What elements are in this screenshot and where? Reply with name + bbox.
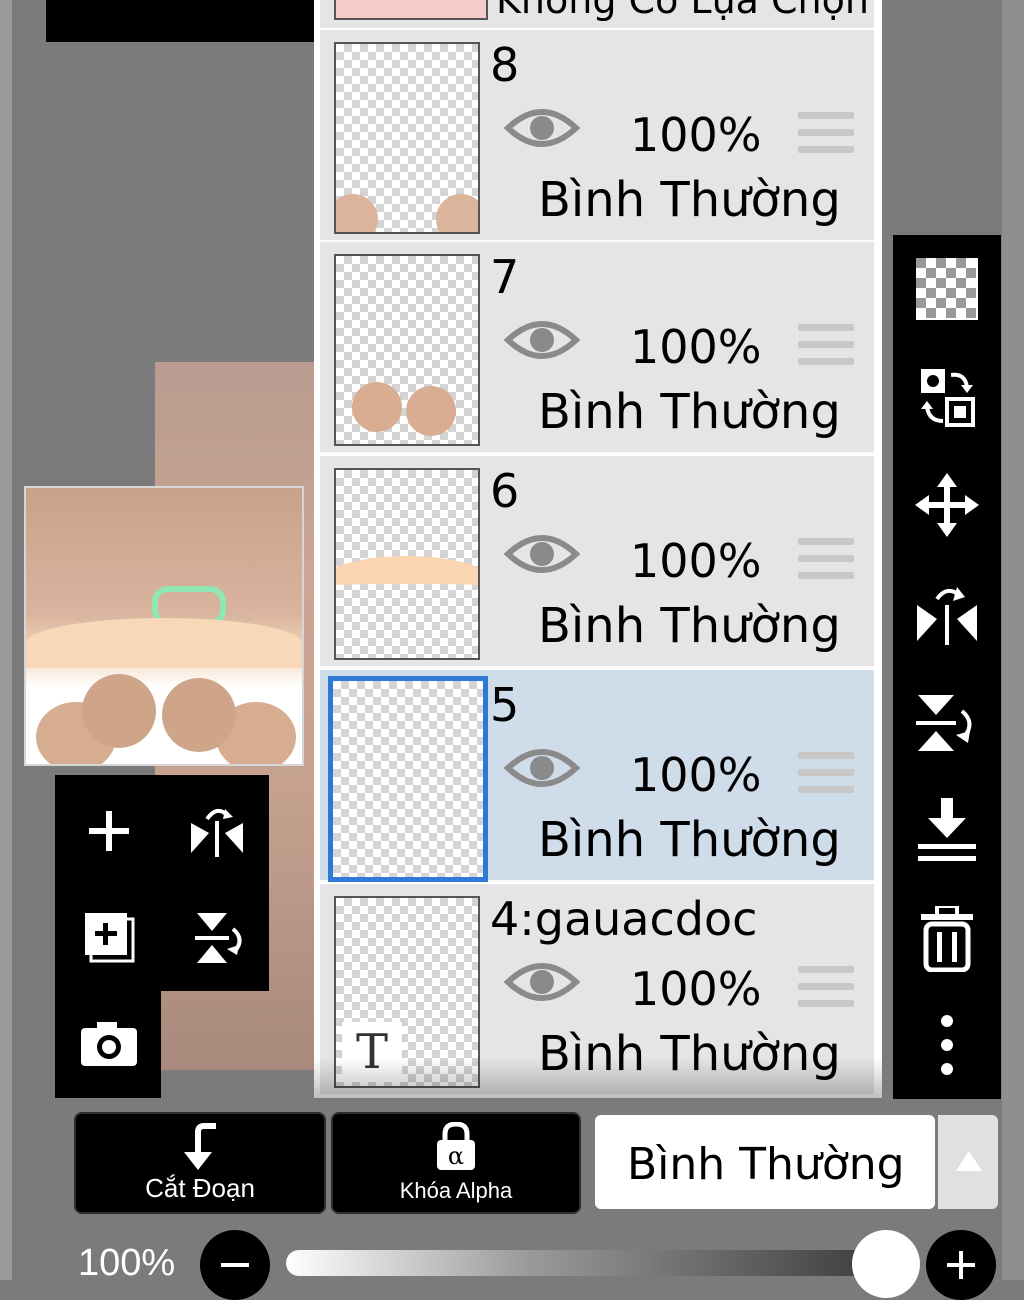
visibility-eye-icon[interactable]	[503, 742, 581, 794]
swap-layers-icon[interactable]	[907, 357, 987, 437]
transparent-background-icon[interactable]	[907, 249, 987, 329]
layer-opacity: 100%	[630, 748, 762, 802]
panel-bottom-shade	[314, 1058, 882, 1098]
duplicate-layer-icon[interactable]	[69, 897, 149, 977]
camera-panel	[55, 990, 161, 1098]
canvas-blob	[162, 678, 236, 752]
drag-handle-icon[interactable]	[798, 112, 854, 158]
more-icon[interactable]	[907, 1005, 987, 1085]
layer-opacity: 100%	[630, 320, 762, 374]
merge-down-icon[interactable]	[907, 791, 987, 871]
layer-name: 5	[490, 678, 520, 732]
layer-opacity: 100%	[630, 534, 762, 588]
canvas-preview[interactable]	[24, 486, 304, 766]
clipping-arrow-icon	[184, 1123, 216, 1170]
layer-thumbnail[interactable]	[334, 42, 480, 234]
partial-layer-thumbnail	[334, 0, 488, 20]
layer-row-7[interactable]: 7 100% Bình Thường	[320, 242, 874, 454]
flip-horizontal-icon[interactable]	[907, 575, 987, 655]
layer-opacity: 100%	[630, 108, 762, 162]
layer-blend-mode: Bình Thường	[538, 812, 841, 868]
layer-opacity: 100%	[630, 962, 762, 1016]
layer-blend-mode: Bình Thường	[538, 598, 841, 654]
right-frame	[1002, 0, 1024, 1280]
layer-blend-mode: Bình Thường	[538, 172, 841, 228]
drag-handle-icon[interactable]	[798, 324, 854, 370]
triangle-up-icon	[956, 1151, 982, 1171]
minus-icon	[221, 1263, 249, 1267]
canvas-blob	[82, 674, 156, 748]
flip-horizontal-icon[interactable]	[177, 791, 257, 871]
camera-icon[interactable]	[69, 1004, 149, 1084]
add-layer-icon[interactable]	[69, 791, 149, 871]
layer-row-8[interactable]: 8 100% Bình Thường	[320, 30, 874, 242]
blend-mode-select[interactable]: Bình Thường	[595, 1115, 935, 1209]
left-frame	[0, 0, 12, 1280]
layer-name: 7	[490, 250, 520, 304]
svg-text:α: α	[448, 1142, 464, 1170]
clipping-button[interactable]: Cắt Đoạn	[74, 1112, 326, 1214]
layer-row-6[interactable]: 6 100% Bình Thường	[320, 456, 874, 668]
alpha-lock-button[interactable]: α Khóa Alpha	[331, 1112, 581, 1214]
drag-handle-icon[interactable]	[798, 752, 854, 798]
layer-thumbnail[interactable]	[328, 676, 488, 882]
visibility-eye-icon[interactable]	[503, 528, 581, 580]
visibility-eye-icon[interactable]	[503, 314, 581, 366]
blend-mode-dropdown-button[interactable]	[938, 1115, 998, 1209]
layer-thumbnail[interactable]	[334, 254, 480, 446]
lock-icon: α	[437, 1122, 475, 1170]
flip-vertical-icon[interactable]	[177, 897, 257, 977]
partial-layer-label: Không Có Lựa Chọn	[496, 0, 869, 22]
flip-vertical-icon[interactable]	[907, 683, 987, 763]
layer-row-5[interactable]: 5 100% Bình Thường	[320, 670, 874, 882]
plus-icon	[947, 1251, 975, 1279]
top-black-bar	[46, 0, 352, 42]
opacity-slider-thumb[interactable]	[852, 1230, 920, 1298]
peach-band	[26, 618, 302, 668]
visibility-eye-icon[interactable]	[503, 956, 581, 1008]
opacity-decrease-button[interactable]	[200, 1230, 270, 1300]
alpha-lock-label: Khóa Alpha	[399, 1178, 513, 1203]
layer-tools-panel	[55, 775, 269, 991]
layer-name: 6	[490, 464, 520, 518]
drag-handle-icon[interactable]	[798, 538, 854, 584]
layer-partial-top: Không Có Lựa Chọn	[320, 0, 874, 28]
layer-blend-mode: Bình Thường	[538, 384, 841, 440]
opacity-slider[interactable]	[286, 1250, 890, 1276]
move-icon[interactable]	[907, 465, 987, 545]
layer-name: 8	[490, 38, 520, 92]
layers-panel: Không Có Lựa Chọn 8 100% Bình Thường 7 1…	[314, 0, 882, 1098]
clipping-label: Cắt Đoạn	[145, 1173, 255, 1203]
opacity-percent-label: 100%	[78, 1242, 176, 1284]
layer-thumbnail[interactable]	[334, 468, 480, 660]
blend-mode-value: Bình Thường	[627, 1139, 905, 1190]
trash-icon[interactable]	[907, 899, 987, 979]
drag-handle-icon[interactable]	[798, 966, 854, 1012]
right-toolbar	[893, 235, 1001, 1099]
layer-name: 4:gauacdoc	[490, 892, 758, 946]
opacity-increase-button[interactable]	[926, 1230, 996, 1300]
visibility-eye-icon[interactable]	[503, 102, 581, 154]
